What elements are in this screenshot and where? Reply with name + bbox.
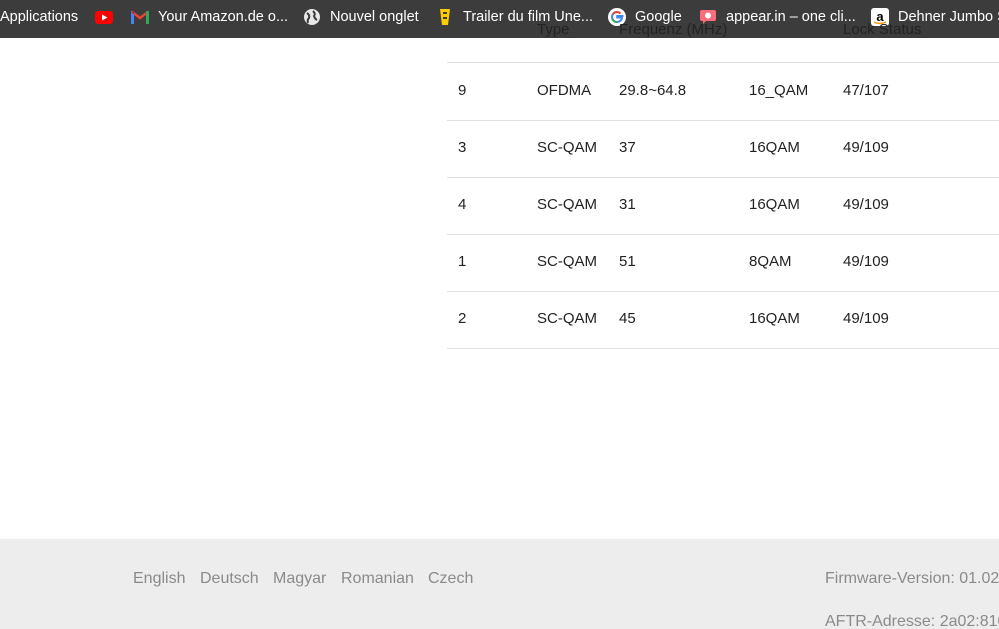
channel-id: 2 <box>458 310 467 327</box>
channel-modulation: 16QAM <box>749 310 800 327</box>
channel-frequency: 37 <box>619 139 636 156</box>
channel-modulation: 16QAM <box>749 196 800 213</box>
header-type: Type <box>537 21 570 38</box>
channel-frequency: 45 <box>619 310 636 327</box>
channel-type: SC-QAM <box>537 139 597 156</box>
youtube-icon <box>95 8 113 26</box>
channel-frequency: 31 <box>619 196 636 213</box>
channel-modulation: 16QAM <box>749 139 800 156</box>
channel-type: OFDMA <box>537 82 592 99</box>
channel-modulation: 16_QAM <box>749 82 809 99</box>
language-link-deutsch[interactable]: Deutsch <box>200 570 259 588</box>
table-row: 1 SC-QAM 51 8QAM 49/109 <box>447 234 999 292</box>
table-row: 4 SC-QAM 31 16QAM 49/109 <box>447 177 999 235</box>
table-row: 3 SC-QAM 37 16QAM 49/109 <box>447 120 999 178</box>
channel-type: SC-QAM <box>537 310 597 327</box>
table-row: 2 SC-QAM 45 16QAM 49/109 <box>447 291 999 349</box>
bookmark-label: Nouvel onglet <box>330 9 419 25</box>
globe-icon <box>303 8 321 26</box>
channel-ratio: 49/109 <box>843 253 889 270</box>
channel-ratio: 47/107 <box>843 82 889 99</box>
channel-type: SC-QAM <box>537 196 597 213</box>
language-link-czech[interactable]: Czech <box>428 570 473 588</box>
upstream-channel-table: Type Frequenz (MHz) Lock Status 9 OFDMA … <box>447 0 999 349</box>
bookmark-label: Your Amazon.de o... <box>158 9 289 25</box>
channel-frequency: 29.8~64.8 <box>619 82 687 99</box>
header-lock-status: Lock Status <box>843 21 922 38</box>
channel-modulation: 8QAM <box>749 253 792 270</box>
header-frequency: Frequenz (MHz) <box>619 21 728 38</box>
channel-ratio: 49/109 <box>843 139 889 156</box>
channel-ratio: 49/109 <box>843 310 889 327</box>
bookmark-applications[interactable]: Applications <box>0 0 78 34</box>
bookmark-label: Applications <box>0 9 79 25</box>
table-header-row: Type Frequenz (MHz) Lock Status <box>447 0 999 63</box>
bookmark-youtube[interactable] <box>95 0 122 34</box>
channel-id: 4 <box>458 196 467 213</box>
firmware-version: Firmware-Version: 01.02. <box>825 570 999 587</box>
bookmark-amazon-de[interactable]: Your Amazon.de o... <box>131 0 288 34</box>
aftr-address: AFTR-Adresse: 2a02:810 <box>825 613 999 629</box>
channel-id: 1 <box>458 253 467 270</box>
bookmark-nouvel-onglet[interactable]: Nouvel onglet <box>303 0 419 34</box>
table-row: 9 OFDMA 29.8~64.8 16_QAM 47/107 <box>447 63 999 121</box>
footer: English Deutsch Magyar Romanian Czech Fi… <box>0 539 999 629</box>
language-link-english[interactable]: English <box>133 570 185 588</box>
channel-id: 9 <box>458 82 467 99</box>
channel-frequency: 51 <box>619 253 636 270</box>
gmail-icon <box>131 8 149 26</box>
language-link-romanian[interactable]: Romanian <box>341 570 414 588</box>
language-link-magyar[interactable]: Magyar <box>273 570 326 588</box>
channel-id: 3 <box>458 139 467 156</box>
channel-type: SC-QAM <box>537 253 597 270</box>
channel-ratio: 49/109 <box>843 196 889 213</box>
